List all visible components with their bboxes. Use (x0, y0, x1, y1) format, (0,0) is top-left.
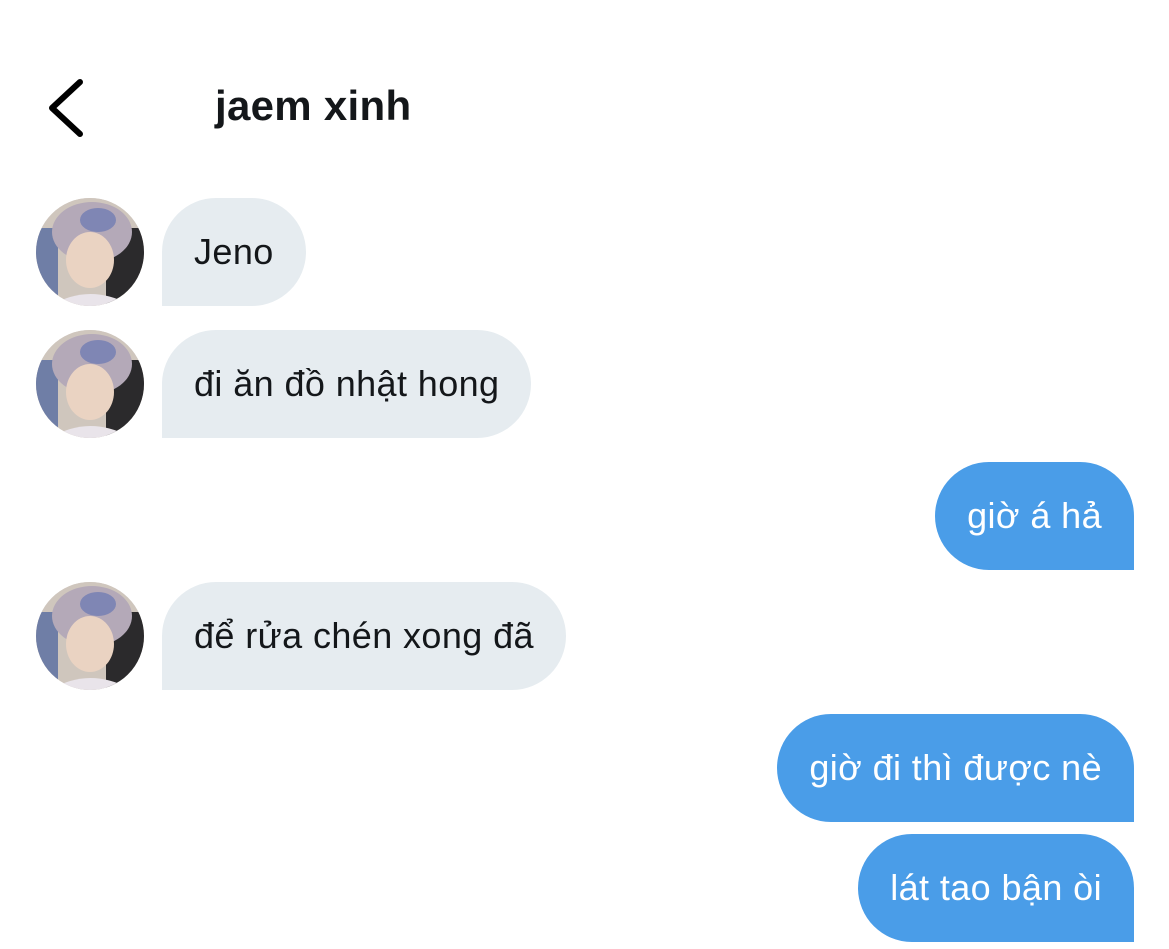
message-text: để rửa chén xong đã (194, 615, 534, 656)
message-text: lát tao bận òi (890, 867, 1102, 908)
outgoing-message-bubble[interactable]: giờ á hả (935, 462, 1134, 570)
avatar[interactable] (36, 330, 144, 438)
message-thread: Jeno đi ăn đồ nhật hong giờ á hả để rửa … (0, 0, 1169, 949)
incoming-message-bubble[interactable]: Jeno (162, 198, 306, 306)
message-text: giờ á hả (967, 495, 1102, 536)
message-text: giờ đi thì được nè (809, 747, 1102, 788)
message-text: đi ăn đồ nhật hong (194, 363, 500, 404)
incoming-message-bubble[interactable]: để rửa chén xong đã (162, 582, 566, 690)
outgoing-message-bubble[interactable]: lát tao bận òi (858, 834, 1134, 942)
incoming-message-bubble[interactable]: đi ăn đồ nhật hong (162, 330, 532, 438)
outgoing-message-bubble[interactable]: giờ đi thì được nè (777, 714, 1134, 822)
message-text: Jeno (194, 231, 274, 272)
avatar[interactable] (36, 582, 144, 690)
avatar[interactable] (36, 198, 144, 306)
